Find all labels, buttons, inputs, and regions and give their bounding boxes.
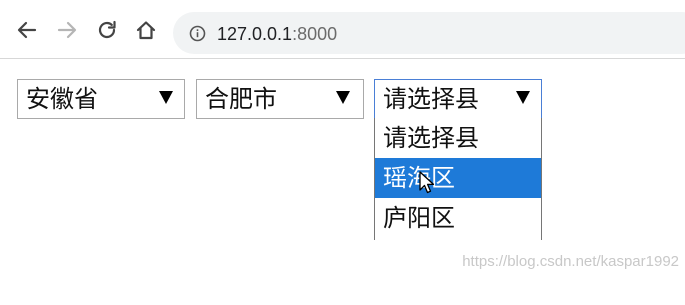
url-text[interactable]: 127.0.0.1:8000 [217,23,337,45]
county-select-value: 请选择县 [383,85,479,113]
url-host: 127.0.0.1 [217,24,293,44]
address-bar[interactable]: 127.0.0.1:8000 [173,12,685,54]
county-select[interactable]: 请选择县 [374,79,542,119]
back-button[interactable] [14,17,40,43]
province-select-value: 安徽省 [26,85,98,113]
county-dropdown-list: 请选择县 瑶海区 庐阳区 [374,118,542,240]
county-option[interactable]: 请选择县 [375,118,541,158]
info-icon[interactable] [189,25,206,42]
arrow-left-icon [17,21,37,39]
city-select-value: 合肥市 [205,85,277,113]
dropdown-arrow-icon [159,91,173,104]
url-port: :8000 [292,24,338,44]
county-option[interactable]: 庐阳区 [375,198,541,238]
reload-button[interactable] [94,17,120,43]
mouse-cursor-icon [419,171,435,194]
reload-icon [98,20,116,39]
home-button[interactable] [133,17,159,43]
dropdown-arrow-icon [336,91,350,104]
browser-toolbar: 127.0.0.1:8000 [0,0,685,59]
watermark: https://blog.csdn.net/kaspar1992 [462,253,679,270]
arrow-right-icon [57,21,77,39]
province-select[interactable]: 安徽省 [17,79,185,119]
dropdown-arrow-icon [516,91,530,104]
forward-button[interactable] [54,17,80,43]
city-select[interactable]: 合肥市 [196,79,364,119]
county-option-highlighted[interactable]: 瑶海区 [375,158,541,198]
home-icon [136,21,156,40]
